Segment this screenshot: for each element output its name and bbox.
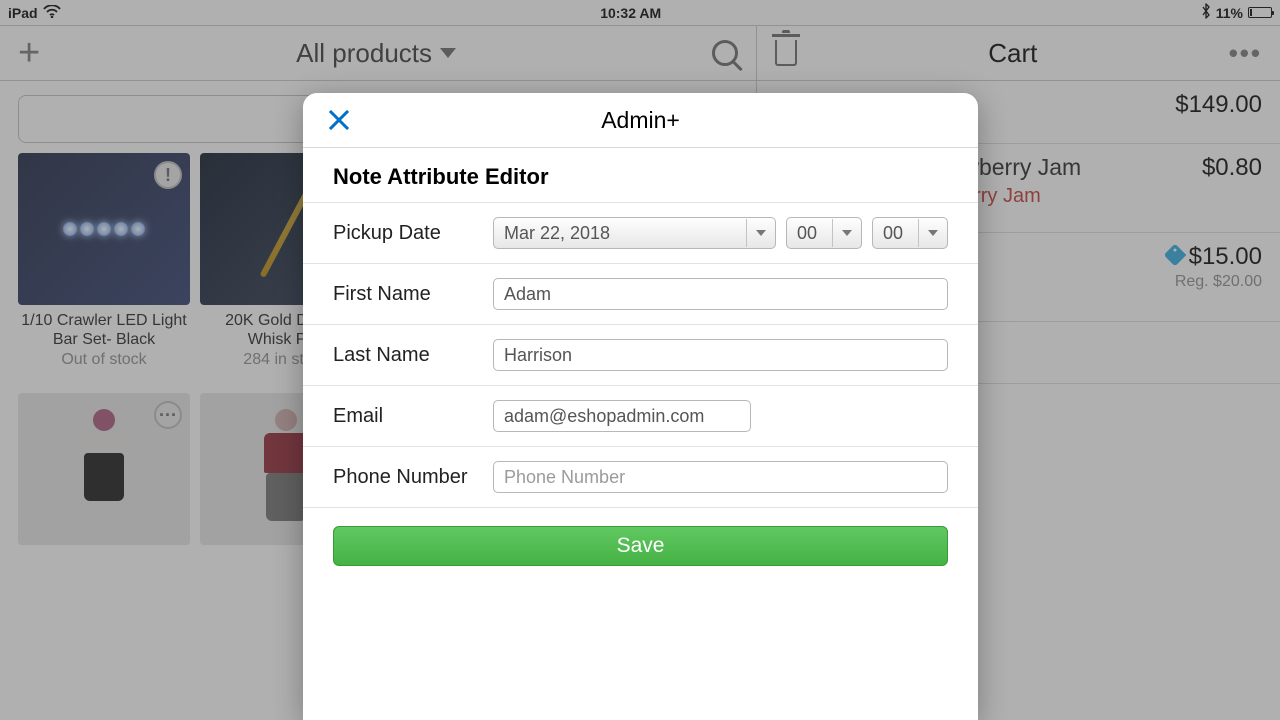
email-input[interactable] (493, 400, 751, 432)
save-button[interactable]: Save (333, 526, 948, 566)
chevron-down-icon (918, 219, 946, 247)
first-name-row: First Name (303, 263, 978, 324)
section-title: Note Attribute Editor (303, 148, 978, 202)
first-name-label: First Name (333, 283, 493, 306)
pickup-date-label: Pickup Date (333, 222, 493, 245)
close-icon (327, 108, 351, 132)
phone-label: Phone Number (333, 466, 493, 489)
last-name-input[interactable] (493, 339, 948, 371)
admin-plus-modal: Admin+ Note Attribute Editor Pickup Date… (303, 93, 978, 720)
pickup-minute-select[interactable]: 00 (872, 217, 948, 249)
phone-row: Phone Number (303, 446, 978, 507)
chevron-down-icon (832, 219, 860, 247)
last-name-row: Last Name (303, 324, 978, 385)
first-name-input[interactable] (493, 278, 948, 310)
email-label: Email (333, 405, 493, 428)
pickup-date-select[interactable]: Mar 22, 2018 (493, 217, 776, 249)
pickup-date-row: Pickup Date Mar 22, 2018 00 00 (303, 202, 978, 263)
email-row: Email (303, 385, 978, 446)
chevron-down-icon (746, 219, 774, 247)
pickup-hour-select[interactable]: 00 (786, 217, 862, 249)
modal-title: Admin+ (601, 107, 680, 134)
last-name-label: Last Name (333, 344, 493, 367)
phone-input[interactable] (493, 461, 948, 493)
close-button[interactable] (319, 93, 359, 147)
